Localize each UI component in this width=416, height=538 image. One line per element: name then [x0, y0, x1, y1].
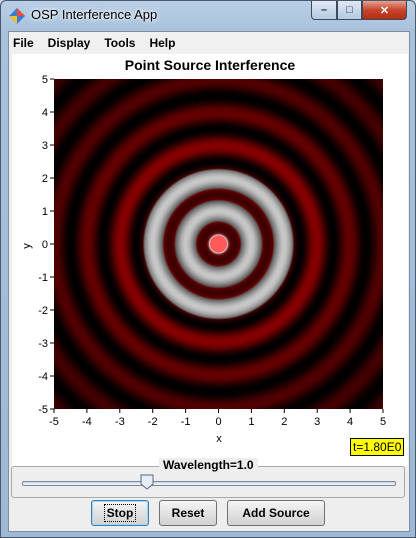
menu-help[interactable]: Help [149, 36, 175, 50]
y-tick-label: 1 [42, 206, 48, 218]
y-axis-label: y [21, 243, 33, 249]
app-window: OSP Interference App – □ ✕ File Display … [0, 0, 416, 538]
x-tick-label: 5 [380, 416, 386, 428]
close-button[interactable]: ✕ [362, 1, 407, 20]
stop-button[interactable]: Stop [91, 500, 149, 526]
maximize-icon: □ [346, 4, 353, 16]
minimize-icon: – [320, 4, 328, 16]
interference-plot[interactable]: -5 -4 -3 -2 -1 0 1 2 3 4 5 5 4 3 2 1 0 -1 -2 -3 -4 -5 x y [12, 54, 408, 466]
x-tick-label: -5 [49, 416, 59, 428]
y-tick-label: -3 [38, 338, 48, 350]
menu-bar: File Display Tools Help [9, 32, 409, 54]
x-tick-label: 3 [314, 416, 320, 428]
menu-tools[interactable]: Tools [104, 36, 135, 50]
y-tick-label: 2 [42, 173, 48, 185]
x-tick-label: 0 [215, 416, 221, 428]
slider-thumb[interactable] [140, 474, 154, 490]
client-area: File Display Tools Help Point Source Int… [8, 31, 410, 532]
y-tick-label: 4 [42, 107, 48, 119]
y-tick-label: -4 [38, 371, 48, 383]
time-readout: t=1.80E0 [350, 438, 405, 456]
x-tick-label: -1 [181, 416, 191, 428]
wavelength-slider[interactable] [22, 481, 396, 486]
window-title: OSP Interference App [31, 7, 158, 22]
button-row: Stop Reset Add Source [9, 500, 409, 530]
x-tick-label: 1 [248, 416, 254, 428]
close-icon: ✕ [379, 4, 390, 17]
y-tick-label: 0 [42, 239, 48, 251]
x-tick-label: 4 [347, 416, 353, 428]
plot-panel[interactable]: Point Source Interference -5 -4 -3 -2 -1 0 1 2 3… [12, 54, 408, 466]
y-tick-label: -1 [38, 272, 48, 284]
maximize-button[interactable]: □ [337, 1, 362, 20]
reset-button[interactable]: Reset [159, 500, 217, 526]
wavelength-slider-group: Wavelength=1.0 [11, 458, 405, 498]
x-tick-label: -4 [82, 416, 92, 428]
menu-file[interactable]: File [13, 36, 34, 50]
y-axis-ticks: 5 4 3 2 1 0 -1 -2 -3 -4 -5 [38, 74, 54, 416]
x-tick-label: -2 [148, 416, 158, 428]
y-tick-label: -5 [38, 404, 48, 416]
stop-button-label: Stop [103, 504, 137, 522]
x-tick-label: 2 [281, 416, 287, 428]
app-icon [9, 8, 25, 24]
x-axis-ticks: -5 -4 -3 -2 -1 0 1 2 3 4 5 [49, 409, 386, 428]
x-axis-label: x [216, 433, 222, 445]
minimize-button[interactable]: – [311, 1, 337, 20]
y-tick-label: 3 [42, 140, 48, 152]
y-tick-label: 5 [42, 74, 48, 86]
point-source[interactable] [209, 234, 228, 254]
wavelength-label: Wavelength=1.0 [159, 458, 258, 472]
menu-display[interactable]: Display [48, 36, 91, 50]
add-source-button[interactable]: Add Source [227, 500, 325, 526]
x-tick-label: -3 [115, 416, 125, 428]
y-tick-label: -2 [38, 305, 48, 317]
